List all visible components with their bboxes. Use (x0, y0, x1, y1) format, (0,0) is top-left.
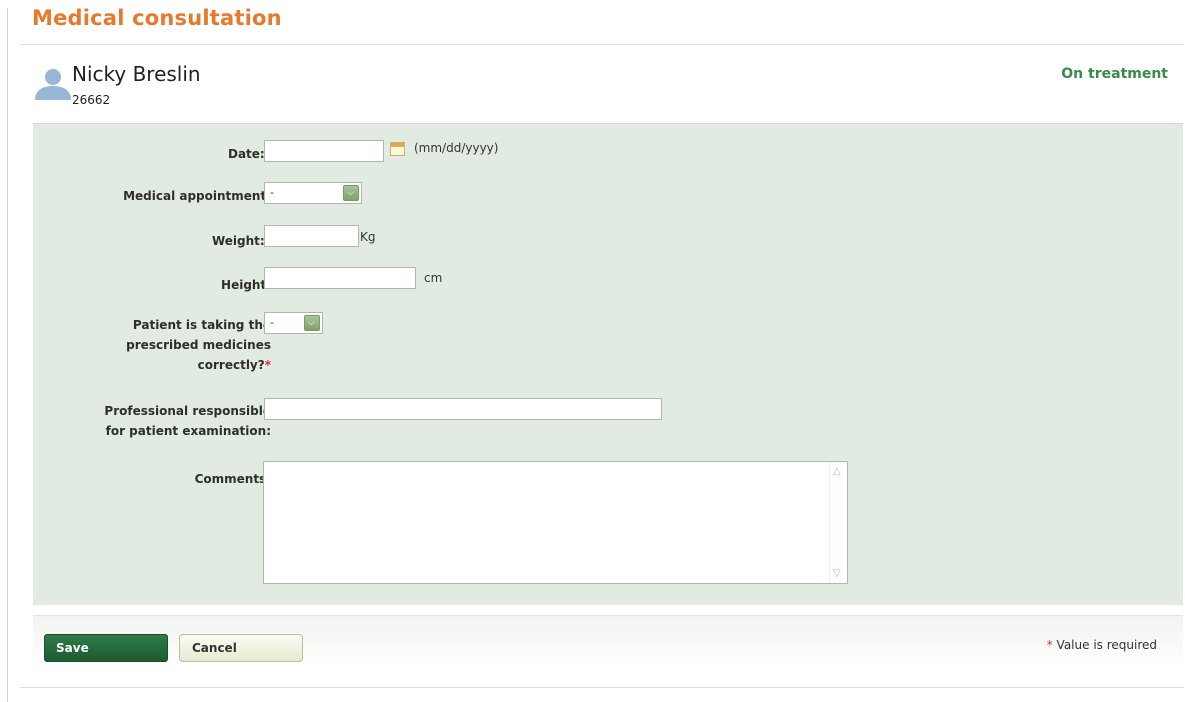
form-footer: Save Cancel * Value is required (33, 615, 1183, 668)
patient-id: 26662 (72, 93, 111, 107)
cancel-button[interactable]: Cancel (179, 634, 303, 662)
scroll-down-icon[interactable]: ▽ (833, 568, 841, 579)
height-label: Height: (221, 278, 271, 292)
appointment-selected: - (270, 186, 274, 199)
page-title: Medical consultation (32, 6, 282, 30)
treatment-status: On treatment (1061, 66, 1168, 82)
scroll-up-icon[interactable]: △ (833, 466, 841, 477)
dropdown-arrow-icon[interactable]: ⌵ (343, 185, 359, 201)
weight-label: Weight:* (33, 231, 271, 251)
comments-scrollbar[interactable]: △ ▽ (829, 462, 847, 583)
consultation-card: Nicky Breslin 26662 On treatment Date: * … (20, 44, 1184, 688)
medicines-label-line-3: correctly? (197, 358, 265, 372)
required-note-text: Value is required (1056, 638, 1157, 652)
weight-label-text: Weight: (211, 234, 265, 248)
height-unit: cm (424, 271, 443, 285)
weight-unit: Kg (360, 230, 376, 244)
save-button[interactable]: Save (44, 634, 168, 662)
professional-input[interactable] (264, 398, 662, 420)
height-input[interactable] (264, 267, 416, 289)
dropdown-arrow-icon[interactable]: ⌵ (304, 315, 320, 331)
appointment-label: Medical appointment: (123, 189, 271, 203)
comments-textarea[interactable]: △ ▽ (263, 461, 848, 584)
date-format-hint: (mm/dd/yyyy) (414, 141, 499, 155)
medicines-selected: - (270, 316, 274, 329)
required-marker: * (1046, 638, 1053, 652)
date-input[interactable] (264, 140, 384, 162)
date-label: Date:* (33, 144, 271, 164)
medicines-label-line-2: prescribed medicines (126, 338, 271, 352)
date-label-text: Date: (227, 147, 265, 161)
appointment-select[interactable]: - ⌵ (264, 182, 362, 204)
patient-name: Nicky Breslin (72, 62, 201, 86)
professional-label: Professional responsible for patient exa… (33, 401, 271, 441)
calendar-icon[interactable] (390, 142, 405, 156)
required-note: * Value is required (1047, 638, 1157, 652)
comments-label: Comments: (194, 472, 271, 486)
weight-input[interactable] (264, 225, 359, 247)
professional-label-line-1: Professional responsible (104, 404, 271, 418)
professional-label-line-2: for patient examination: (105, 424, 271, 438)
medical-consultation-page: Medical consultation Nicky Breslin 26662… (0, 0, 1185, 702)
form-panel: Date:* (mm/dd/yyyy) Medical appointment:… (33, 123, 1183, 605)
medicines-label-line-1: Patient is taking the (132, 318, 271, 332)
left-divider (7, 8, 8, 702)
medicines-label: Patient is taking the prescribed medicin… (33, 315, 271, 375)
medicines-select[interactable]: - ⌵ (264, 312, 323, 334)
required-marker: * (264, 358, 271, 372)
user-avatar-icon (35, 69, 71, 100)
